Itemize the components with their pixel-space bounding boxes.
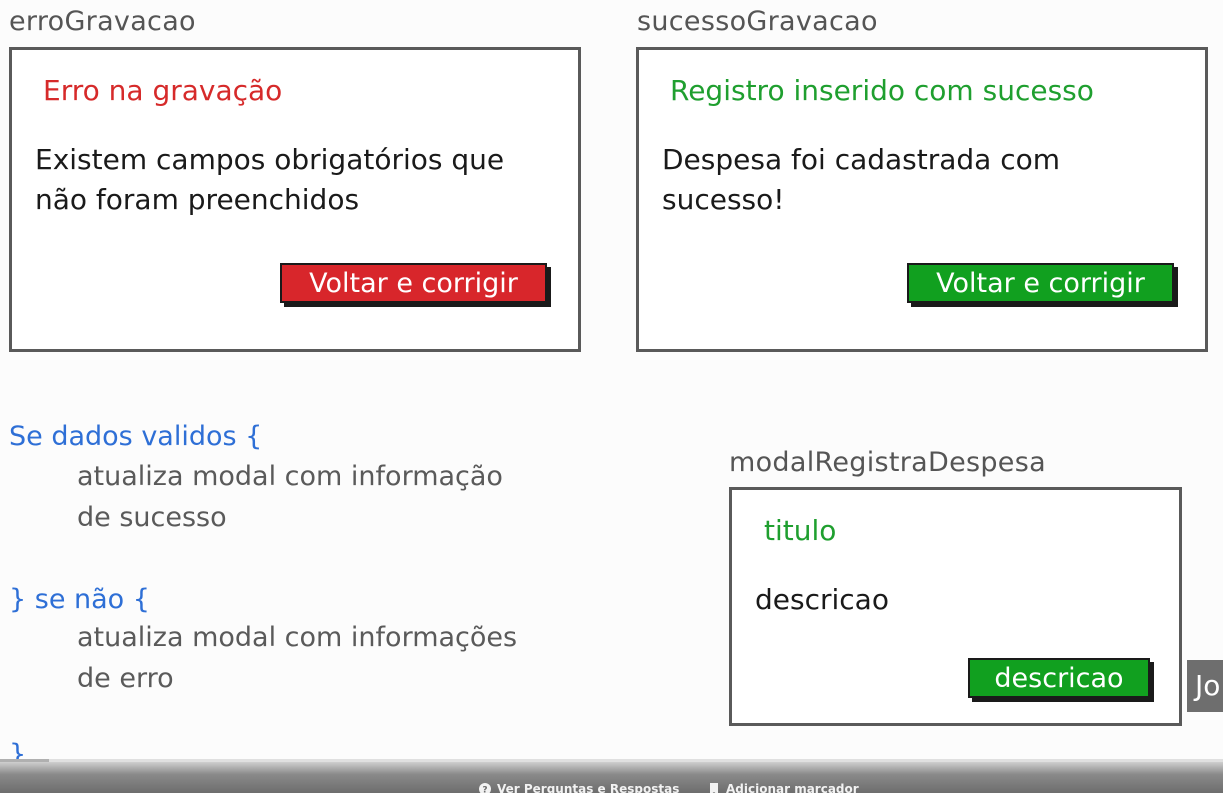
erro-body: Existem campos obrigatórios que não fora… (35, 143, 505, 216)
ver-perguntas-link[interactable]: ? Ver Perguntas e Respostas (479, 782, 679, 793)
player-bottom-bar: ? Ver Perguntas e Respostas Adicionar ma… (0, 762, 1223, 793)
modal-action-button[interactable]: descricao (968, 658, 1150, 698)
code-line-else: } se não { (9, 584, 150, 615)
code-line-success-cont: de sucesso (77, 502, 227, 533)
svg-text:?: ? (482, 786, 487, 793)
side-tab[interactable]: Jo (1187, 660, 1223, 712)
whiteboard-stage: erroGravacao Erro na gravação Existem ca… (0, 0, 1223, 793)
erro-gravacao-panel: Erro na gravação Existem campos obrigató… (9, 47, 581, 352)
erro-voltar-button[interactable]: Voltar e corrigir (280, 263, 547, 303)
question-icon: ? (479, 783, 491, 793)
code-line-update-error: atualiza modal com informações (77, 622, 518, 653)
erro-title: Erro na gravação (43, 74, 283, 107)
bookmark-icon (710, 783, 718, 793)
erro-gravacao-label: erroGravacao (9, 6, 196, 37)
modal-registra-despesa-panel: titulo descricao descricao (729, 487, 1182, 726)
modal-registra-despesa-label: modalRegistraDespesa (729, 447, 1046, 478)
sucesso-voltar-button[interactable]: Voltar e corrigir (907, 263, 1174, 303)
sucesso-gravacao-label: sucessoGravacao (637, 6, 878, 37)
sucesso-title: Registro inserido com sucesso (670, 74, 1094, 107)
modal-title: titulo (764, 514, 837, 547)
sucesso-body: Despesa foi cadastrada com sucesso! (662, 143, 1061, 216)
sucesso-gravacao-panel: Registro inserido com sucesso Despesa fo… (636, 47, 1208, 352)
adicionar-marcador-link[interactable]: Adicionar marcador (708, 782, 859, 793)
code-line-if: Se dados validos { (9, 421, 263, 452)
adicionar-marcador-label: Adicionar marcador (726, 782, 859, 793)
code-line-error-cont: de erro (77, 663, 174, 694)
code-line-update-success: atualiza modal com informação (77, 461, 503, 492)
ver-perguntas-label: Ver Perguntas e Respostas (497, 782, 680, 793)
modal-body: descricao (755, 583, 889, 616)
